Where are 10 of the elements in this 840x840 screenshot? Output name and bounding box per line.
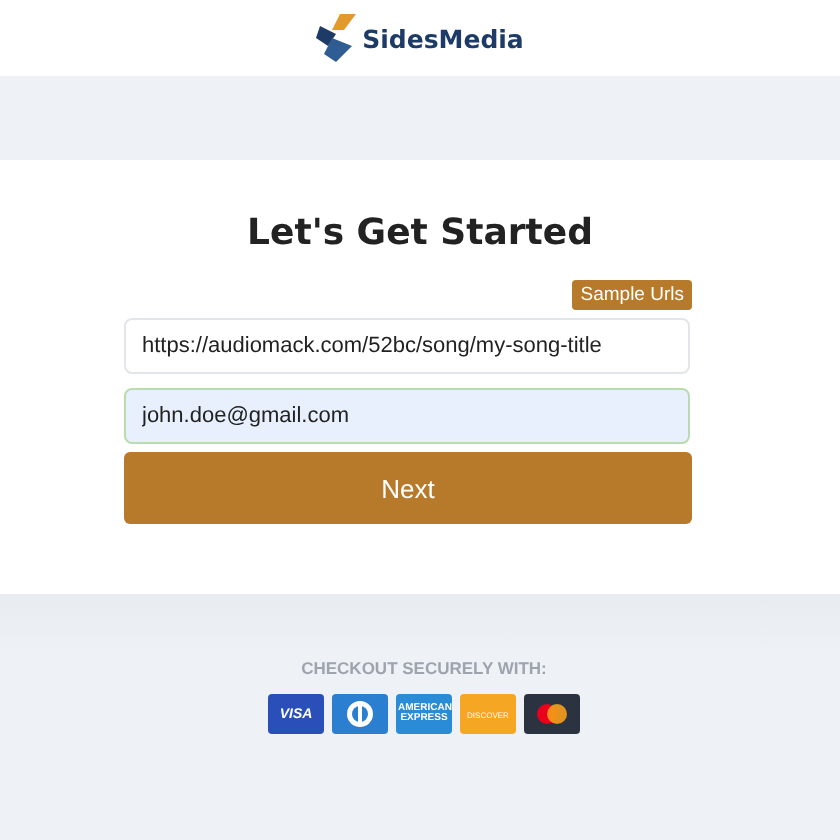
- mastercard-icon: [524, 694, 580, 734]
- diners-card-icon: [332, 694, 388, 734]
- brand-name: SidesMedia: [362, 23, 524, 53]
- form-title: Let's Get Started: [245, 212, 595, 254]
- next-button[interactable]: Next: [124, 452, 692, 524]
- email-input-field[interactable]: john.doe@gmail.com: [124, 388, 690, 444]
- checkout-heading: CHECKOUT SECURELY WITH:: [299, 658, 547, 678]
- sample-urls-button[interactable]: Sample Urls: [572, 280, 692, 310]
- url-input-field[interactable]: https://audiomack.com/52bc/song/my-song-title: [124, 318, 690, 374]
- logo-icon: [316, 14, 357, 62]
